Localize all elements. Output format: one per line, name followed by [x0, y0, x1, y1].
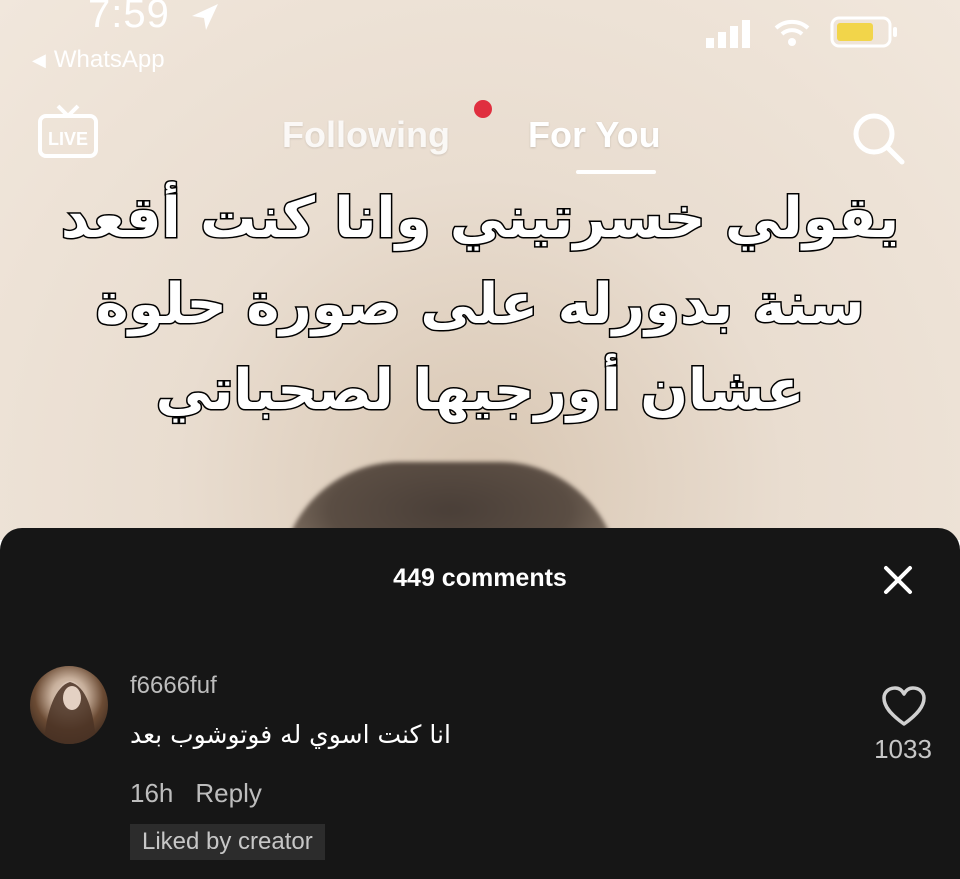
status-time: 7:59 — [88, 0, 170, 36]
back-app-label: WhatsApp — [53, 46, 165, 73]
back-to-app-link[interactable]: ◀ WhatsApp — [32, 46, 165, 74]
comment-username[interactable]: f6666fuf — [130, 672, 217, 700]
tab-for-you[interactable]: For You — [528, 114, 661, 156]
comments-sheet: 449 comments f6666fuf انا كنت اسوي له فو… — [0, 528, 960, 879]
caption-line-3: عشان أورجيها لصحباتي — [154, 357, 806, 425]
comment-time: 16h — [130, 778, 174, 808]
wifi-icon — [774, 19, 810, 46]
live-tv-icon[interactable]: LIVE — [36, 102, 100, 162]
avatar-image — [44, 681, 96, 744]
back-triangle-icon: ◀ — [32, 49, 46, 70]
comment-meta: 16h Reply — [130, 778, 262, 809]
status-bar: 7:59 ◀ WhatsApp — [0, 0, 960, 90]
active-tab-indicator — [576, 170, 656, 174]
reply-button[interactable]: Reply — [195, 778, 261, 809]
search-icon[interactable] — [848, 110, 912, 170]
notification-dot — [474, 100, 492, 118]
avatar[interactable] — [30, 666, 108, 744]
video-caption: يقولي خسرتيني وانا كنت أقعد سنة بدورله ع… — [40, 176, 920, 434]
tab-following[interactable]: Following — [282, 114, 450, 156]
liked-by-creator-badge: Liked by creator — [130, 824, 325, 860]
cellular-signal-icon — [706, 20, 750, 48]
comments-count: 449 comments — [393, 564, 567, 592]
battery-icon — [830, 16, 897, 48]
location-arrow-icon — [192, 4, 218, 30]
caption-line-2: سنة بدورله على صورة حلوة — [94, 271, 866, 339]
caption-line-1: يقولي خسرتيني وانا كنت أقعد — [59, 185, 900, 253]
like-count: 1033 — [874, 734, 932, 764]
close-icon[interactable] — [878, 560, 918, 600]
heart-icon[interactable] — [880, 684, 928, 728]
live-label: LIVE — [48, 129, 88, 149]
comment-text: انا كنت اسوي له فوتوشوب بعد — [130, 720, 451, 749]
